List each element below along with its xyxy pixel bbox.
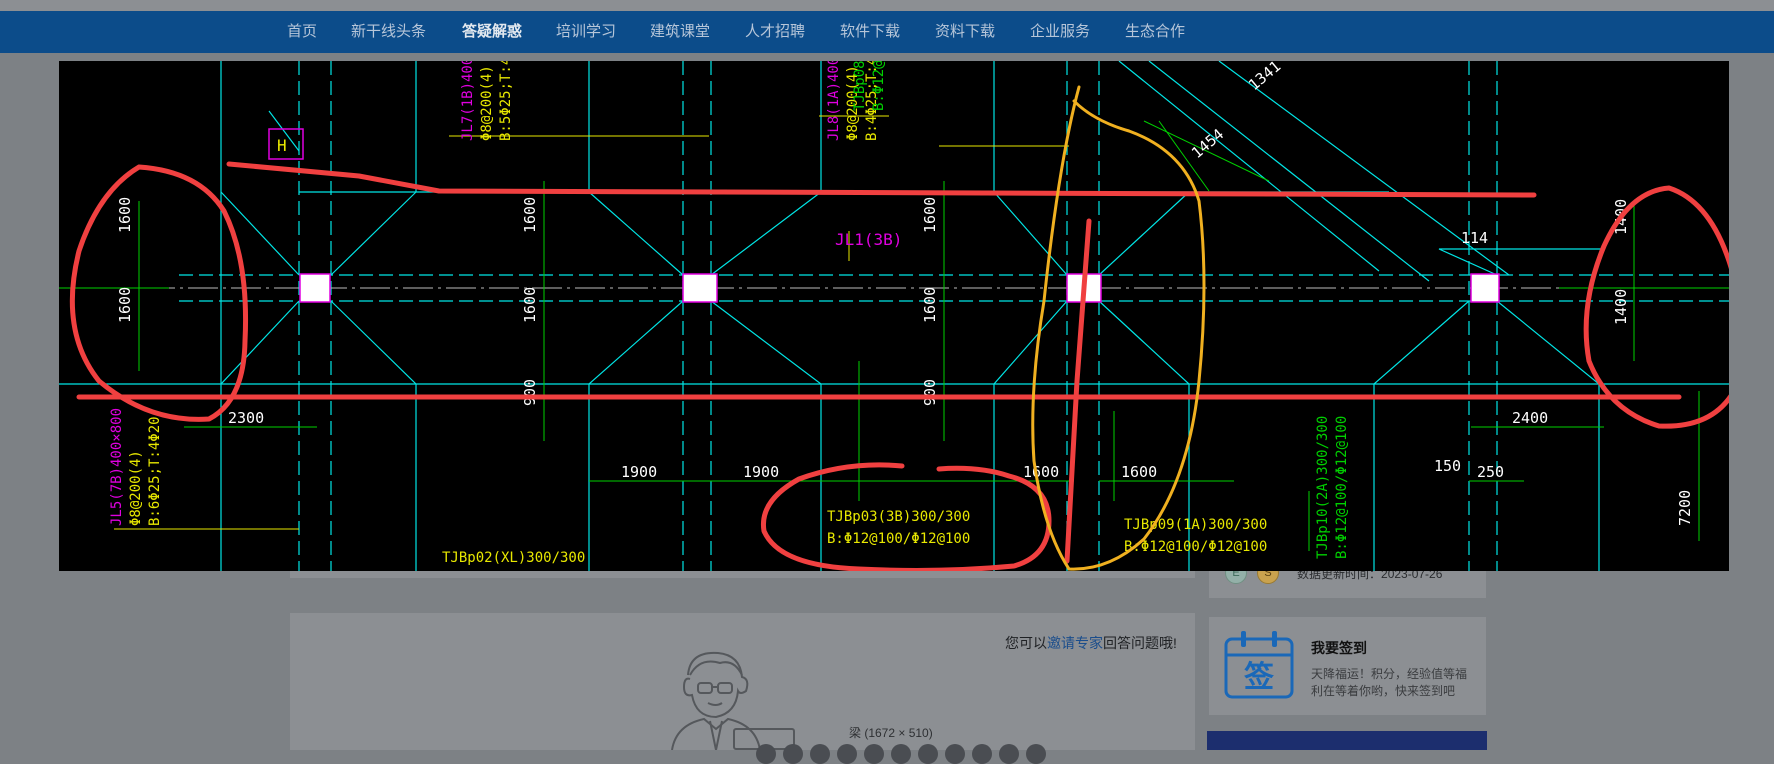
main-navigation: 首页 新干线头条 答疑解惑 培训学习 建筑课堂 人才招聘 软件下载 资料下载 企… — [0, 11, 1774, 53]
dim-2400: 2400 — [1512, 409, 1548, 427]
label-jl7-rebar: B:5Φ25;T:4Φ20 — [498, 61, 514, 141]
thumb-4[interactable] — [837, 744, 857, 764]
label-tjbp03-rebar: B:Φ12@100/Φ12@100 — [827, 531, 970, 547]
nav-documents[interactable]: 资料下载 — [935, 11, 995, 53]
label-tjbp10-rebar: B:Φ12@100/Φ12@100 — [1334, 416, 1350, 559]
dim-1900-b: 1900 — [743, 463, 779, 481]
nav-training[interactable]: 培训学习 — [556, 11, 616, 53]
dim-1600-left-bottom: 1600 — [116, 287, 134, 323]
nav-software[interactable]: 软件下载 — [840, 11, 900, 53]
label-tjbp09-rebar: B:Φ12@100/Φ12@100 — [1124, 539, 1267, 555]
nav-jobs[interactable]: 人才招聘 — [745, 11, 805, 53]
label-h: H — [277, 136, 287, 155]
top-strip — [0, 0, 1774, 11]
thumb-8[interactable] — [945, 744, 965, 764]
dim-7200: 7200 — [1676, 490, 1694, 526]
cad-drawing-image: H 1600 1600 1600 1600 900 1600 1600 900 … — [59, 61, 1729, 571]
label-jl1: JL1(3B) — [835, 230, 902, 249]
label-jl8: JL8(1A)400×800 — [826, 61, 842, 141]
label-jl5-stirrup: Φ8@200(4) — [128, 450, 144, 526]
expert-illustration — [671, 651, 795, 750]
thumb-9[interactable] — [972, 744, 992, 764]
dim-150: 150 — [1434, 457, 1461, 475]
thumb-3[interactable] — [810, 744, 830, 764]
label-jl7-stirrup: Φ8@200(4) — [479, 65, 495, 141]
nav-enterprise[interactable]: 企业服务 — [1030, 11, 1090, 53]
dim-1600-mid1-top: 1600 — [521, 197, 539, 233]
label-tjbp08-rebar: B:Φ12@ — [871, 61, 887, 111]
orange-markup — [1031, 85, 1206, 571]
label-tjbp10: TJBp10(2A)300/300 — [1315, 416, 1331, 559]
label-tjbp09-size: TJBp09(1A)300/300 — [1124, 517, 1267, 533]
label-tjbp02: TJBp02(XL)300/300 — [442, 550, 585, 566]
label-jl5-rebar: B:6Φ25;T:4Φ20 — [147, 416, 163, 526]
dim-114: 114 — [1461, 229, 1488, 247]
dim-900-mid1: 900 — [521, 379, 539, 406]
nav-classroom[interactable]: 建筑课堂 — [650, 11, 710, 53]
label-jl7: JL7(1B)400×800 — [460, 61, 476, 141]
nav-headlines[interactable]: 新干线头条 — [351, 11, 426, 53]
dim-1400-right-bottom: 1400 — [1612, 289, 1630, 325]
dim-250: 250 — [1477, 463, 1504, 481]
thumb-1[interactable] — [756, 744, 776, 764]
svg-text:签: 签 — [1244, 660, 1274, 695]
dim-1341: 1341 — [1245, 61, 1284, 94]
nav-home[interactable]: 首页 — [287, 11, 317, 53]
nav-qa[interactable]: 答疑解惑 — [462, 11, 522, 53]
dim-2300: 2300 — [228, 409, 264, 427]
thumb-7[interactable] — [918, 744, 938, 764]
dim-1454: 1454 — [1188, 125, 1227, 162]
thumb-6[interactable] — [891, 744, 911, 764]
thumb-5[interactable] — [864, 744, 884, 764]
label-tjbp08: TJBp08( — [852, 61, 868, 111]
invite-expert-text: 您可以邀请专家回答问题哦! — [1005, 635, 1177, 651]
signin-description: 天降福运！积分，经验值等福利在等着你哟，快来签到吧 — [1311, 667, 1468, 698]
dim-1600-left-top: 1600 — [116, 197, 134, 233]
invite-expert-link[interactable]: 邀请专家 — [1047, 635, 1103, 651]
question-panel-bottom — [290, 571, 1195, 578]
signin-title: 我要签到 — [1311, 640, 1367, 656]
image-thumbnails — [756, 744, 1046, 764]
image-caption: 梁 (1672 × 510) — [849, 726, 933, 740]
dim-1900-a: 1900 — [621, 463, 657, 481]
label-tjbp03-size: TJBp03(3B)300/300 — [827, 509, 970, 525]
cad-drawing: H 1600 1600 1600 1600 900 1600 1600 900 … — [59, 61, 1729, 571]
dim-1600-mid1-bottom: 1600 — [521, 287, 539, 323]
calendar-icon: 签 — [1224, 631, 1294, 699]
dim-1600-bottom-a: 1600 — [1023, 463, 1059, 481]
thumb-11[interactable] — [1026, 744, 1046, 764]
label-jl5: JL5(7B)400×800 — [109, 408, 125, 526]
ad-banner[interactable] — [1207, 731, 1487, 750]
dim-900-mid2: 900 — [921, 379, 939, 406]
nav-ecosystem[interactable]: 生态合作 — [1125, 11, 1185, 53]
signin-card[interactable]: 签 我要签到 天降福运！积分，经验值等福利在等着你哟，快来签到吧 — [1209, 617, 1486, 715]
thumb-2[interactable] — [783, 744, 803, 764]
dim-1600-mid2-bottom: 1600 — [921, 287, 939, 323]
dim-1600-bottom-b: 1600 — [1121, 463, 1157, 481]
thumb-10[interactable] — [999, 744, 1019, 764]
dim-1600-mid2-top: 1600 — [921, 197, 939, 233]
